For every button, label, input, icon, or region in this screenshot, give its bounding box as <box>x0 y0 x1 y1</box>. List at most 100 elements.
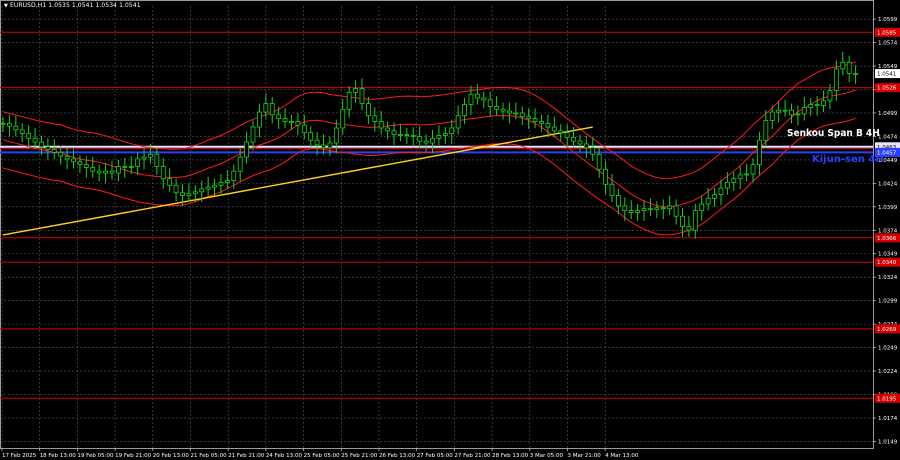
y-tick-label: 1.0249 <box>878 346 898 352</box>
candle-body <box>750 164 756 175</box>
candle-body <box>90 167 96 172</box>
candle-body <box>295 121 301 126</box>
candle-body <box>500 108 506 112</box>
candle-body <box>442 133 448 136</box>
price-level-tag: 1.0585 <box>877 30 897 36</box>
kijun-sen-label: Kijun-sen 4H <box>812 154 884 165</box>
candle-body <box>0 122 6 125</box>
candle-body <box>19 129 25 135</box>
candle-body <box>609 183 615 196</box>
support-trendline <box>2 126 593 236</box>
candle-body <box>135 158 141 167</box>
x-tick-label: 28 Feb 13:00 <box>492 453 529 459</box>
candle-body <box>654 207 660 211</box>
y-tick-label: 1.0349 <box>878 252 898 258</box>
candle-body <box>519 112 525 118</box>
candle-body <box>398 134 403 136</box>
candle-body <box>616 195 621 207</box>
trendline <box>2 126 593 236</box>
candle-body <box>814 104 820 106</box>
candle-body <box>795 113 801 116</box>
candle-body <box>635 210 641 213</box>
time-axis[interactable]: 17 Feb 2025 18 Feb 13:00 19 Feb 05:00 19 Fe… <box>1 448 639 459</box>
senkou-span-b-label: Senkou Span B 4H <box>787 128 880 139</box>
candle-body <box>391 130 397 135</box>
price-axis[interactable]: 1.05991.05741.05491.05241.04991.04741.04… <box>873 17 900 445</box>
candle-body <box>590 147 596 155</box>
candle-body <box>199 188 205 193</box>
candle-body <box>269 103 275 116</box>
y-tick-label: 1.0399 <box>878 205 898 211</box>
x-tick-label: 21 Feb 21:00 <box>228 453 265 459</box>
candle-body <box>474 93 480 99</box>
y-tick-label: 1.0499 <box>878 111 898 117</box>
candle-body <box>526 116 532 120</box>
candle-body <box>115 166 121 174</box>
candle-body <box>122 166 128 168</box>
candle-body <box>372 115 378 122</box>
candle-body <box>173 184 179 194</box>
candle-body <box>71 158 76 163</box>
candle-body <box>103 170 108 174</box>
candle-body <box>622 205 628 211</box>
candle-body <box>782 109 788 112</box>
candle-body <box>744 173 750 176</box>
price-chart[interactable]: 1.05991.05741.05491.05241.04991.04741.04… <box>0 0 900 460</box>
candle-body <box>699 203 705 211</box>
candle-body <box>314 139 320 146</box>
y-tick-label: 1.0224 <box>878 369 898 375</box>
x-tick-label: 18 Feb 13:00 <box>40 453 77 459</box>
candle-body <box>301 124 307 134</box>
candle-body <box>718 187 724 196</box>
candle-body <box>545 122 551 128</box>
candle-body <box>801 106 807 115</box>
triangle-down-icon: ▼ <box>4 3 8 9</box>
candle-body <box>141 156 147 160</box>
horizontal-levels <box>0 31 873 399</box>
candle-body <box>321 144 326 149</box>
candle-body <box>853 73 858 75</box>
candle-body <box>365 103 371 117</box>
candle-body <box>660 207 666 210</box>
candle-body <box>250 126 256 143</box>
candle-body <box>257 111 262 128</box>
price-level-tag: 1.0366 <box>877 236 897 242</box>
candle-body <box>737 174 743 180</box>
y-tick-label: 1.0174 <box>878 416 898 422</box>
candle-body <box>263 103 269 113</box>
candle-body <box>583 143 589 149</box>
candle-body <box>340 108 346 129</box>
candle-body <box>237 156 243 172</box>
candle-body <box>648 208 653 211</box>
candle-body <box>410 135 416 137</box>
candle-body <box>218 182 224 186</box>
x-tick-label: 21 Feb 05:00 <box>191 453 228 459</box>
x-tick-label: 17 Feb 2025 <box>2 453 37 459</box>
candle-body <box>7 122 12 127</box>
y-tick-label: 1.0424 <box>878 181 898 187</box>
x-tick-label: 4 Mar 13:00 <box>605 453 639 459</box>
candle-body <box>58 151 64 157</box>
current-price-tag: 1.0541 <box>877 72 896 78</box>
candle-body <box>436 135 442 139</box>
candle-body <box>577 140 583 145</box>
candle-body <box>180 192 185 196</box>
plot-border <box>0 0 874 449</box>
candle-body <box>346 91 352 110</box>
candle-body <box>289 121 294 123</box>
price-level-tag: 1.0269 <box>877 327 897 333</box>
candle-body <box>539 121 544 124</box>
candle-body <box>83 164 89 168</box>
candle-body <box>39 141 44 148</box>
x-tick-label: 19 Feb 05:00 <box>77 453 114 459</box>
y-tick-label: 1.0299 <box>878 299 898 305</box>
candle-body <box>430 137 435 144</box>
y-tick-label: 1.0149 <box>878 439 898 445</box>
candle-body <box>231 170 237 181</box>
y-tick-label: 1.0574 <box>878 41 898 47</box>
candle-body <box>26 133 32 139</box>
candle-body <box>628 210 634 213</box>
candle-body <box>205 186 211 190</box>
candle-body <box>167 178 173 186</box>
symbol-info: EURUSD,H1 1.0535 1.0541 1.0534 1.0541 <box>9 2 141 9</box>
